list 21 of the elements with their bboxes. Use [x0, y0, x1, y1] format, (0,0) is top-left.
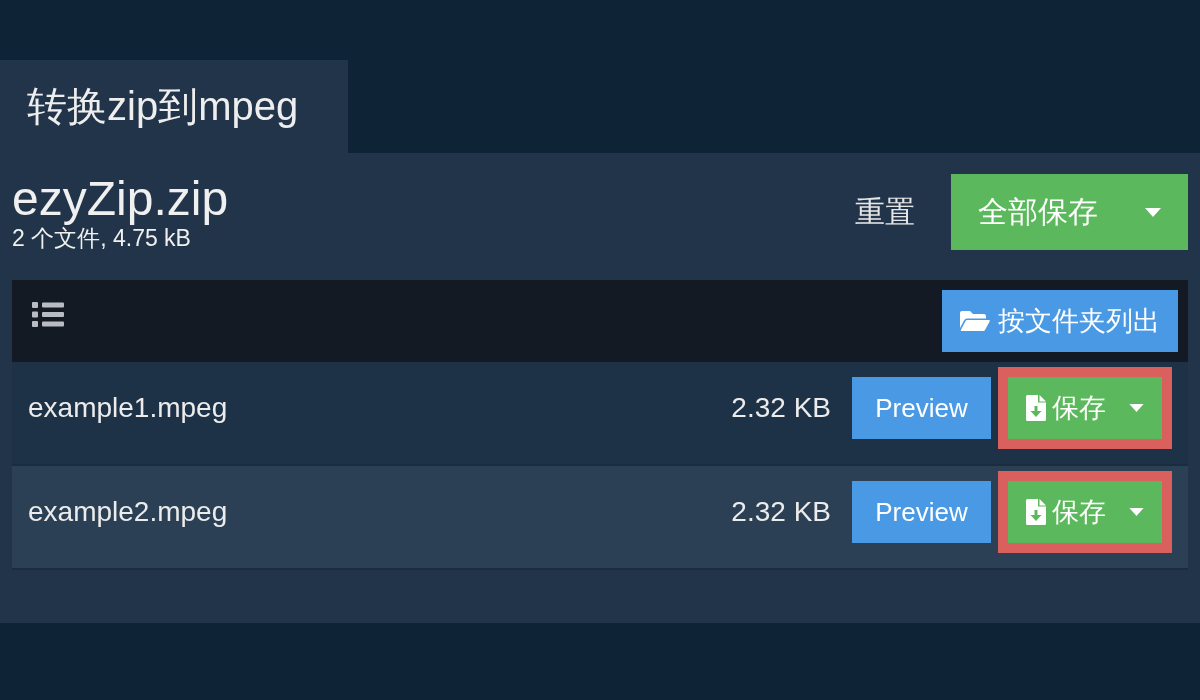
- archive-name: ezyZip.zip: [12, 174, 229, 224]
- file-name: example1.mpeg: [28, 392, 229, 424]
- file-download-icon: [1026, 395, 1046, 421]
- preview-button[interactable]: Preview: [852, 377, 991, 439]
- save-button[interactable]: 保存: [1008, 377, 1162, 439]
- caret-icon: [1145, 207, 1161, 217]
- list-icon[interactable]: [32, 302, 64, 327]
- file-size: 2.32 KB: [731, 496, 831, 528]
- caret-icon: [1129, 404, 1144, 412]
- reset-button[interactable]: 重置: [855, 191, 915, 233]
- save-all-button[interactable]: 全部保存: [951, 174, 1188, 250]
- file-size: 2.32 KB: [731, 392, 831, 424]
- page-heading: 转换zip到mpeg: [0, 60, 348, 153]
- file-name: example2.mpeg: [28, 496, 229, 528]
- file-download-icon: [1026, 499, 1046, 525]
- preview-button[interactable]: Preview: [852, 481, 991, 543]
- archive-summary: 2 个文件, 4.75 kB: [12, 225, 192, 252]
- save-button[interactable]: 保存: [1008, 481, 1162, 543]
- folder-icon: [960, 310, 990, 332]
- caret-icon: [1129, 508, 1144, 516]
- list-by-folder-button[interactable]: 按文件夹列出: [942, 290, 1178, 352]
